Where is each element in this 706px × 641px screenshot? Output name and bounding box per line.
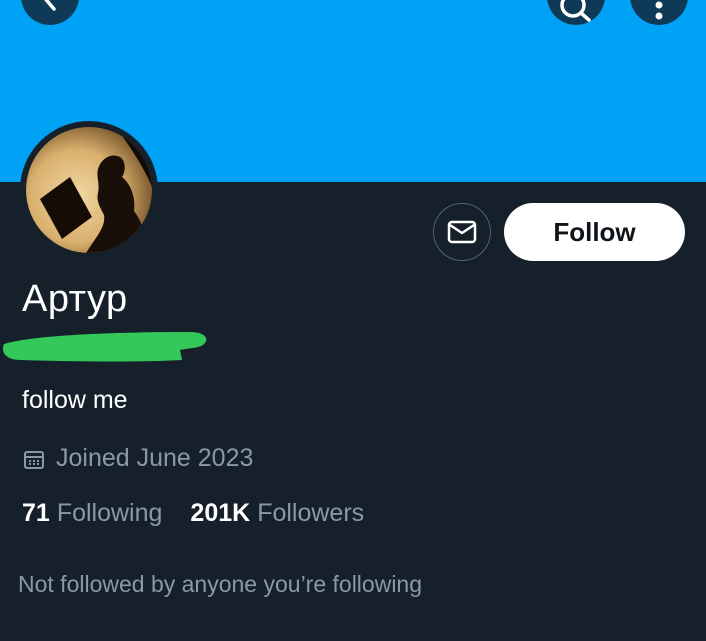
back-arrow-icon: [44, 0, 56, 11]
followers-label: Followers: [257, 499, 365, 527]
message-button[interactable]: [433, 203, 491, 261]
mail-icon: [447, 220, 477, 244]
more-icon: [655, 1, 663, 20]
search-button[interactable]: [547, 0, 605, 25]
following-link[interactable]: 71 Following: [22, 499, 162, 528]
display-name: Артур: [22, 278, 128, 320]
profile-bio: follow me: [22, 386, 128, 414]
search-icon: [560, 0, 591, 22]
calendar-icon: [24, 450, 44, 469]
redacted-handle: [2, 332, 207, 362]
avatar-image: [26, 127, 152, 253]
following-count: 71: [22, 499, 50, 527]
more-button[interactable]: [630, 0, 688, 25]
joined-text: Joined June 2023: [56, 444, 254, 472]
joined-date: Joined June 2023: [22, 444, 253, 473]
avatar[interactable]: [20, 121, 158, 259]
follow-button[interactable]: Follow: [504, 203, 685, 261]
following-label: Following: [56, 499, 163, 527]
followers-count: 201K: [190, 499, 251, 527]
followers-link[interactable]: 201K Followers: [190, 499, 364, 528]
follow-stats: 71 Following 201K Followers: [22, 499, 364, 528]
back-button[interactable]: [21, 0, 79, 25]
mutual-followers-note: Not followed by anyone you’re following: [18, 571, 423, 597]
